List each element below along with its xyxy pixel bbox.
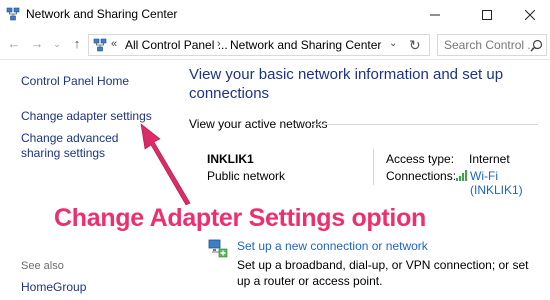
address-bar[interactable]: « All Control Panel ... › Network and Sh… <box>88 34 430 56</box>
access-type-value: Internet <box>469 152 510 166</box>
network-center-icon <box>6 7 20 21</box>
back-arrow-icon[interactable]: ← <box>7 37 21 51</box>
network-center-icon <box>93 38 107 52</box>
page-title: View your basic network information and … <box>189 66 504 102</box>
breadcrumb-network-center[interactable]: Network and Sharing Center <box>230 38 381 52</box>
setup-new-connection-description: Set up a broadband, dial-up, or VPN conn… <box>237 258 529 288</box>
main-content: View your basic network information and … <box>176 61 550 300</box>
sidebar: Control Panel Home Change adapter settin… <box>0 61 176 300</box>
network-name: INKLIK1 <box>207 152 254 166</box>
see-also-heading: See also <box>21 260 64 272</box>
active-networks-heading: View your active networks <box>189 117 328 131</box>
wifi-signal-icon <box>456 170 467 181</box>
setup-new-connection-link[interactable]: Set up a new connection or network <box>237 239 428 253</box>
sidebar-link-homegroup[interactable]: HomeGroup <box>21 280 86 295</box>
connections-label: Connections: <box>386 169 457 183</box>
recent-locations-chevron-icon[interactable]: ⌄ <box>50 37 64 51</box>
sidebar-link-control-panel-home[interactable]: Control Panel Home <box>21 74 129 89</box>
minimize-icon <box>430 14 440 16</box>
address-dropdown-chevron-icon[interactable]: ⌄ <box>389 38 397 49</box>
forward-arrow-icon[interactable]: → <box>30 37 44 51</box>
vertical-divider <box>373 149 374 185</box>
search-icon <box>530 39 543 52</box>
search-input[interactable]: Search Control ... <box>444 38 537 52</box>
close-icon <box>525 10 535 20</box>
section-divider <box>312 124 538 125</box>
network-type[interactable]: Public network <box>207 169 285 183</box>
sidebar-link-change-adapter-settings[interactable]: Change adapter settings <box>21 109 152 124</box>
setup-connection-icon <box>208 239 228 258</box>
sidebar-link-change-advanced-sharing[interactable]: Change advanced sharing settings <box>21 131 151 161</box>
window-title: Network and Sharing Center <box>26 7 178 21</box>
breadcrumb-separator[interactable]: › <box>217 38 221 50</box>
title-bar: Network and Sharing Center <box>0 0 550 30</box>
up-arrow-icon[interactable]: ↑ <box>70 37 84 51</box>
refresh-icon[interactable]: ↻ <box>409 37 421 54</box>
annotation-callout: Change Adapter Settings option <box>54 204 427 232</box>
minimize-button[interactable] <box>412 0 458 30</box>
maximize-button[interactable] <box>464 0 510 30</box>
breadcrumb-overflow[interactable]: « <box>111 38 117 50</box>
maximize-icon <box>482 10 492 20</box>
search-box[interactable]: Search Control ... <box>437 34 547 56</box>
access-type-label: Access type: <box>386 152 455 166</box>
wifi-connection-link[interactable]: Wi-Fi (INKLIK1) <box>470 169 550 197</box>
breadcrumb-control-panel[interactable]: All Control Panel ... <box>125 38 228 52</box>
navigation-bar: ← → ⌄ ↑ « All Control Panel ... › Networ… <box>0 30 550 60</box>
close-button[interactable] <box>510 0 550 30</box>
